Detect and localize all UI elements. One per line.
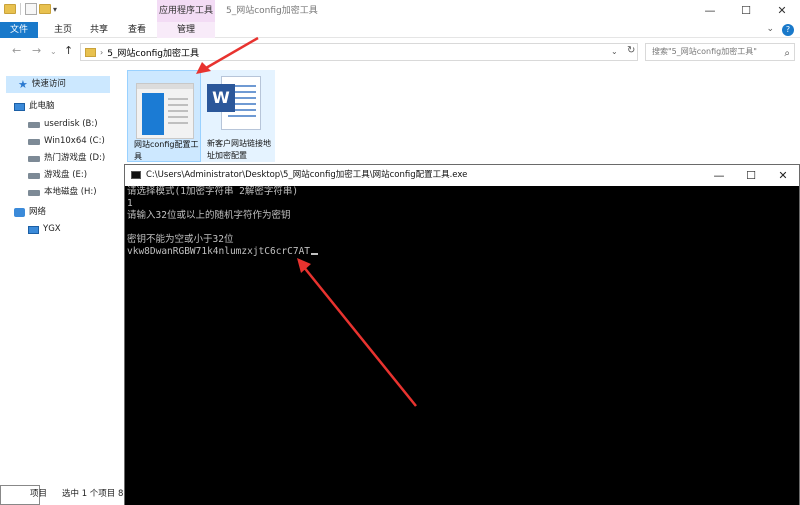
- address-bar-row: ← → ⌄ ↑ › 5_网站config加密工具 ⌄ ↻ 搜索"5_网站conf…: [0, 40, 800, 64]
- new-folder-button[interactable]: [39, 4, 51, 14]
- minimize-button[interactable]: —: [703, 165, 735, 186]
- file-name: 网站config配置工具: [134, 140, 199, 161]
- recent-dropdown-icon[interactable]: ⌄: [50, 47, 57, 56]
- properties-button[interactable]: [25, 3, 37, 15]
- console-titlebar[interactable]: C:\Users\Administrator\Desktop\5_网站confi…: [125, 165, 799, 186]
- ribbon-expand-icon[interactable]: ⌄: [766, 24, 774, 36]
- nav-drive[interactable]: 热门游戏盘 (D:): [28, 150, 105, 167]
- address-box[interactable]: › 5_网站config加密工具: [80, 43, 638, 61]
- text-cursor: [311, 253, 319, 255]
- forward-arrow-icon[interactable]: →: [32, 44, 41, 57]
- console-icon: [131, 171, 141, 179]
- console-input-line[interactable]: vkw8DwanRGBW71k4nlumzxjtC6crC7AT: [127, 246, 797, 258]
- context-tab-group-label: 应用程序工具: [157, 0, 215, 22]
- close-button[interactable]: ✕: [764, 0, 800, 22]
- nav-drive[interactable]: 本地磁盘 (H:): [28, 184, 97, 201]
- address-dropdown-icon[interactable]: ⌄: [611, 47, 618, 56]
- network-icon: [14, 208, 25, 217]
- maximize-button[interactable]: ☐: [728, 0, 764, 22]
- file-item-doc[interactable]: W 新客户网站链接地址加密配置: [201, 70, 275, 162]
- search-placeholder: 搜索"5_网站config加密工具": [652, 47, 757, 56]
- star-icon: ★: [18, 78, 28, 91]
- tab-home[interactable]: 主页: [46, 22, 80, 38]
- address-path[interactable]: 5_网站config加密工具: [107, 46, 199, 59]
- refresh-icon[interactable]: ↻: [627, 45, 635, 56]
- console-line: 请输入32位或以上的随机字符作为密钥: [127, 210, 291, 221]
- drive-icon: [28, 189, 40, 196]
- console-line: 1: [127, 198, 133, 209]
- nav-network[interactable]: 网络: [14, 204, 46, 221]
- chevron-right-icon[interactable]: ›: [100, 48, 103, 57]
- window-title: 5_网站config加密工具: [226, 6, 318, 16]
- folder-icon: [4, 4, 16, 14]
- nav-drive[interactable]: Win10x64 (C:): [28, 133, 105, 150]
- quick-access-toolbar: ▾: [4, 3, 57, 15]
- nav-drive[interactable]: 游戏盘 (E:): [28, 167, 87, 184]
- console-window[interactable]: C:\Users\Administrator\Desktop\5_网站confi…: [124, 164, 800, 505]
- nav-network-item[interactable]: YGX: [28, 221, 61, 238]
- tab-view[interactable]: 查看: [120, 22, 154, 38]
- drive-icon: [28, 155, 40, 162]
- selection-count: 选中 1 个项目 8: [62, 489, 124, 499]
- drive-icon: [28, 121, 40, 128]
- file-item-exe[interactable]: 网站config配置工具: [127, 70, 201, 162]
- file-name: 新客户网站链接地址加密配置: [207, 139, 271, 160]
- tab-manage[interactable]: 管理: [157, 22, 215, 38]
- folder-icon: [85, 47, 96, 57]
- explorer-titlebar: ▾ 应用程序工具 5_网站config加密工具 — ☐ ✕: [0, 0, 800, 22]
- navigation-pane: ★ 快速访问 此电脑 userdisk (B:) Win10x64 (C:) 热…: [0, 66, 124, 486]
- qat-dropdown-icon[interactable]: ▾: [53, 5, 57, 14]
- tab-share[interactable]: 共享: [82, 22, 116, 38]
- nav-quick-access[interactable]: ★ 快速访问: [6, 76, 110, 93]
- drive-icon: [28, 138, 40, 145]
- search-icon: ⌕: [784, 48, 790, 59]
- nav-this-pc[interactable]: 此电脑: [14, 98, 55, 115]
- tab-file[interactable]: 文件: [0, 22, 38, 38]
- maximize-button[interactable]: ☐: [735, 165, 767, 186]
- computer-icon: [28, 225, 39, 234]
- console-line: 密钥不能为空或小于32位: [127, 234, 234, 245]
- drive-icon: [28, 172, 40, 179]
- console-line: 请选择模式(1加密字符串 2解密字符串): [127, 186, 299, 197]
- item-count: 项目: [30, 489, 48, 499]
- console-input-text: vkw8DwanRGBW71k4nlumzxjtC6crC7AT: [127, 246, 311, 257]
- console-output[interactable]: 请选择模式(1加密字符串 2解密字符串) 1 请输入32位或以上的随机字符作为密…: [125, 186, 799, 505]
- status-bar: 项目 选中 1 个项目 8: [0, 483, 130, 505]
- console-title: C:\Users\Administrator\Desktop\5_网站confi…: [146, 170, 468, 180]
- word-document-icon: W: [207, 74, 263, 134]
- search-input[interactable]: 搜索"5_网站config加密工具" ⌕: [645, 43, 795, 61]
- ribbon-tabs: 文件 主页 共享 查看 管理 ⌄ ?: [0, 22, 800, 38]
- up-arrow-icon[interactable]: ↑: [64, 44, 73, 57]
- minimize-button[interactable]: —: [692, 0, 728, 22]
- computer-icon: [14, 102, 25, 111]
- back-arrow-icon[interactable]: ←: [12, 44, 21, 57]
- application-icon: [136, 83, 194, 139]
- close-button[interactable]: ✕: [767, 165, 799, 186]
- help-icon[interactable]: ?: [782, 24, 794, 36]
- nav-drive[interactable]: userdisk (B:): [28, 116, 98, 133]
